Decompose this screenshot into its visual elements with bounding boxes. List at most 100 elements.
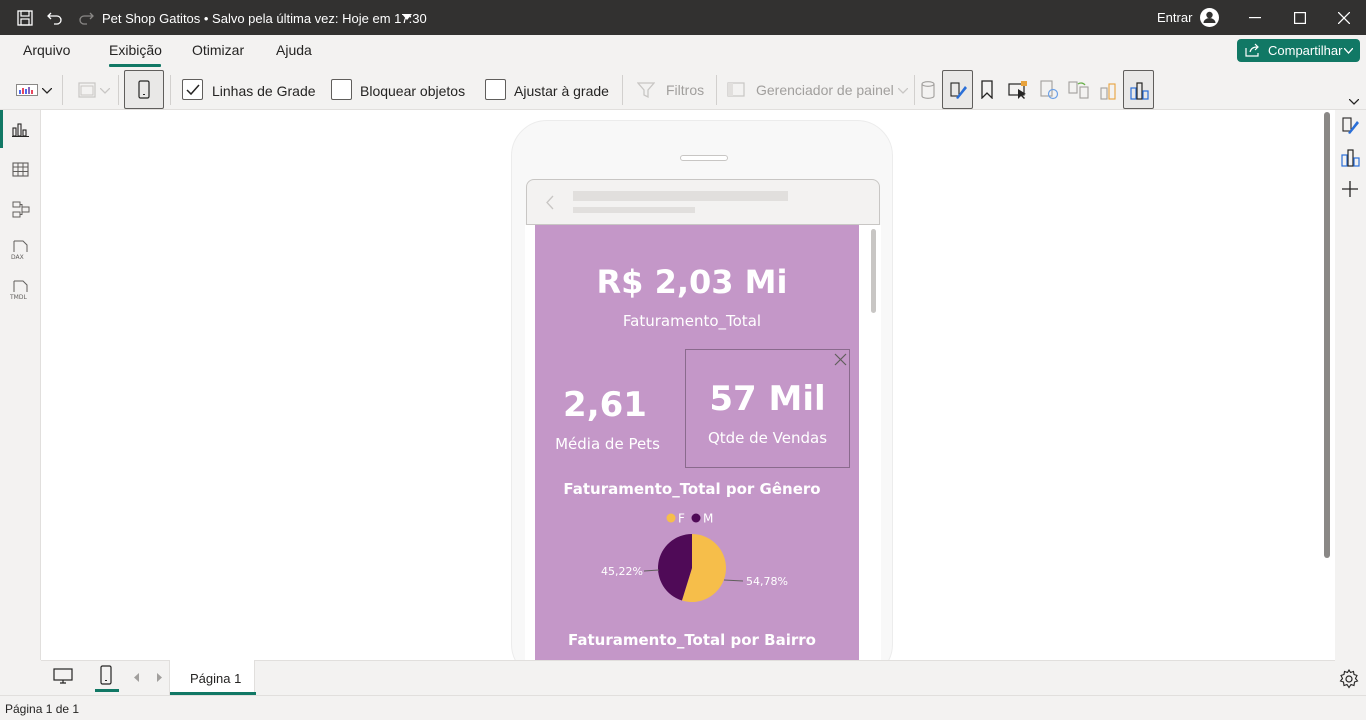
share-icon [1245,43,1259,57]
svg-text:DAX: DAX [11,254,24,260]
toolbar-separator [914,75,915,105]
chevron-down-icon[interactable] [42,88,52,94]
snap-to-grid-label[interactable]: Ajustar à grade [514,83,609,99]
view-switcher-rail: DAX TMDL [0,110,41,660]
model-view-icon[interactable] [12,201,30,218]
toolbar-separator [170,75,171,105]
ribbon-toolbar: Linhas de Grade Bloquear objetos Ajustar… [0,69,1366,110]
ribbon-tabs: Arquivo Exibição Otimizar Ajuda [0,35,1366,69]
leader-line-m [643,569,660,572]
kpi-total-value[interactable]: R$ 2,03 Mi [535,263,849,301]
close-icon[interactable] [1338,12,1350,24]
mobile-layout-button[interactable] [124,70,164,109]
format-pane-button[interactable] [942,70,973,109]
header-placeholder-line [573,207,695,213]
minimize-icon[interactable] [1249,17,1261,19]
format-pane-icon[interactable] [1341,116,1360,135]
toolbar-separator [62,75,63,105]
close-icon[interactable] [834,353,847,366]
filter-icon[interactable] [637,81,655,99]
phone-app-header [526,179,880,225]
mobile-report-page[interactable]: R$ 2,03 Mi Faturamento_Total 2,61 Média … [535,225,859,660]
visual-icon[interactable] [1099,80,1119,100]
svg-text:TMDL: TMDL [10,294,27,300]
sync-slicers-icon[interactable] [1068,80,1089,100]
kpi-sales-value[interactable]: 57 Mil [685,379,850,419]
share-button[interactable]: Compartilhar [1237,39,1360,62]
tab-otimizar[interactable]: Otimizar [192,42,244,58]
tab-exibicao[interactable]: Exibição [109,42,162,58]
chevron-down-icon[interactable] [402,14,412,20]
save-icon[interactable] [16,9,34,27]
paint-brush-icon [950,82,967,99]
visualizations-icon[interactable] [1341,148,1360,167]
phone-scrollbar[interactable] [871,229,876,313]
share-label: Compartilhar [1268,43,1343,58]
kpi-pets-label: Média de Pets [555,435,660,453]
phone-icon [138,80,150,99]
gridlines-checkbox[interactable] [182,79,203,100]
tab-arquivo[interactable]: Arquivo [23,42,70,58]
toolbar-separator [716,75,717,105]
report-canvas[interactable]: R$ 2,03 Mi Faturamento_Total 2,61 Média … [41,110,1335,660]
page-count-status: Página 1 de 1 [5,702,80,716]
active-layout-indicator [95,689,119,692]
header-placeholder-line [573,191,788,201]
user-avatar-icon[interactable] [1199,7,1220,28]
legend: F M [666,512,713,526]
selection-pane-icon[interactable] [1008,80,1028,100]
panel-manager-label[interactable]: Gerenciador de painel [756,82,894,98]
document-title[interactable]: Pet Shop Gatitos • Salvo pela última vez… [102,11,427,26]
kpi-sales-label: Qtde de Vendas [707,429,828,447]
snap-to-grid-checkbox[interactable] [485,79,506,100]
redo-icon[interactable] [77,9,95,27]
page-view-icon[interactable] [78,82,96,98]
next-page-icon[interactable] [156,673,162,682]
mobile-layout-icon[interactable] [100,665,112,685]
tab-ajuda[interactable]: Ajuda [276,42,312,58]
visualizations-pane-button[interactable] [1123,70,1154,109]
leader-line-f [723,579,744,582]
gridlines-label[interactable]: Linhas de Grade [212,83,316,99]
page-tab-label: Página 1 [190,671,242,686]
theme-icon[interactable] [16,84,38,96]
checkmark-icon [186,84,200,96]
maximize-icon[interactable] [1294,12,1306,24]
canvas-scrollbar[interactable] [1324,112,1330,558]
dax-query-view-icon[interactable]: DAX [11,240,30,260]
filters-label[interactable]: Filtros [666,82,704,98]
lock-objects-checkbox[interactable] [331,79,352,100]
active-tab-indicator [109,64,161,67]
sign-in-link[interactable]: Entrar [1157,10,1192,25]
desktop-layout-icon[interactable] [53,668,73,684]
chevron-down-icon [100,88,110,94]
kpi-total-label: Faturamento_Total [622,312,762,330]
pie-slices [658,534,726,602]
bairro-chart-title: Faturamento_Total por Bairro [568,631,816,649]
phone-screen: R$ 2,03 Mi Faturamento_Total 2,61 Média … [525,225,881,660]
bar-chart-icon [1130,82,1149,100]
legend-marker-f [666,513,676,523]
undo-icon[interactable] [46,9,64,27]
collapse-ribbon-icon[interactable] [1349,99,1359,105]
table-view-icon[interactable] [12,162,29,177]
active-view-indicator [0,110,3,148]
add-pane-icon[interactable] [1342,181,1358,197]
legend-label-m: M [703,512,713,526]
bookmark-icon[interactable] [980,80,994,99]
gender-pie-chart[interactable]: F M 45,22% 54,78% [535,505,859,615]
lock-objects-label[interactable]: Bloquear objetos [360,83,465,99]
chevron-down-icon [898,88,908,94]
panel-manager-icon[interactable] [727,82,745,97]
database-icon[interactable] [921,81,935,99]
toolbar-separator [622,75,623,105]
prev-page-icon[interactable] [134,673,140,682]
report-view-icon[interactable] [12,122,29,137]
performance-analyzer-icon[interactable] [1039,80,1059,100]
phone-speaker [680,155,728,161]
settings-gear-icon[interactable] [1339,669,1359,689]
page-tab-1[interactable]: Página 1 [169,660,256,695]
tmdl-view-icon[interactable]: TMDL [10,280,31,300]
kpi-pets-value[interactable]: 2,61 [535,385,675,425]
legend-marker-m [691,513,701,523]
